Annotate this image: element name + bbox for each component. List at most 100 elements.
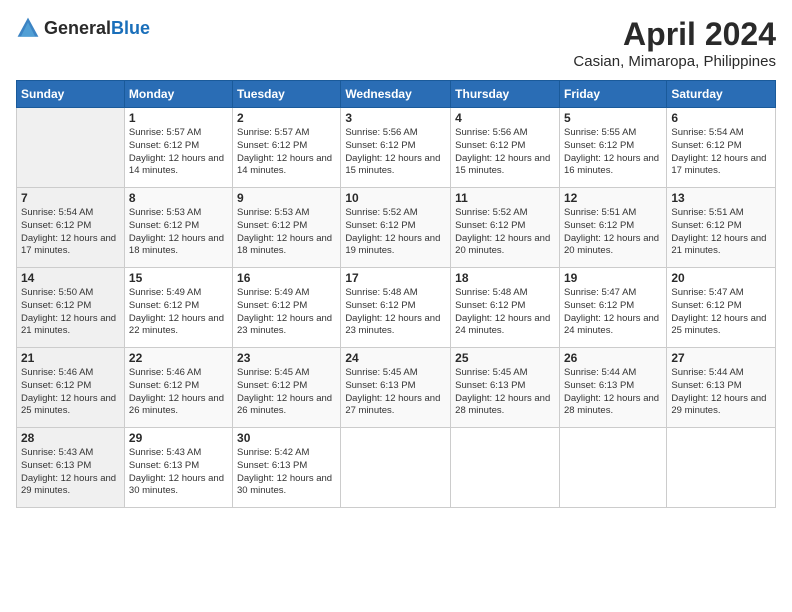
calendar-cell (667, 428, 776, 508)
day-info: Sunrise: 5:48 AMSunset: 6:12 PMDaylight:… (455, 287, 550, 336)
calendar-cell: 26 Sunrise: 5:44 AMSunset: 6:13 PMDayligh… (559, 348, 666, 428)
day-number: 19 (564, 271, 662, 285)
title-section: April 2024 Casian, Mimaropa, Philippines (573, 16, 776, 70)
day-number: 8 (129, 191, 228, 205)
day-number: 4 (455, 111, 555, 125)
day-number: 9 (237, 191, 336, 205)
day-info: Sunrise: 5:44 AMSunset: 6:13 PMDaylight:… (671, 367, 766, 416)
calendar-cell (17, 108, 125, 188)
day-number: 18 (455, 271, 555, 285)
day-number: 6 (671, 111, 771, 125)
calendar-cell (559, 428, 666, 508)
day-of-week-header: Saturday (667, 81, 776, 108)
calendar-cell: 3Sunrise: 5:56 AMSunset: 6:12 PMDaylight… (341, 108, 451, 188)
day-info: Sunrise: 5:44 AMSunset: 6:13 PMDaylight:… (564, 367, 659, 416)
day-info: Sunrise: 5:55 AMSunset: 6:12 PMDaylight:… (564, 127, 659, 176)
day-info: Sunrise: 5:53 AMSunset: 6:12 PMDaylight:… (129, 207, 224, 256)
calendar-cell: 27 Sunrise: 5:44 AMSunset: 6:13 PMDayligh… (667, 348, 776, 428)
calendar-week-row: 21 Sunrise: 5:46 AMSunset: 6:12 PMDayligh… (17, 348, 776, 428)
logo-icon (16, 16, 40, 40)
day-info: Sunrise: 5:52 AMSunset: 6:12 PMDaylight:… (345, 207, 440, 256)
day-info: Sunrise: 5:45 AMSunset: 6:12 PMDaylight:… (237, 367, 332, 416)
day-of-week-header: Sunday (17, 81, 125, 108)
day-info: Sunrise: 5:57 AMSunset: 6:12 PMDaylight:… (129, 127, 224, 176)
page: GeneralBlue April 2024 Casian, Mimaropa,… (0, 0, 792, 612)
calendar-header-row: SundayMondayTuesdayWednesdayThursdayFrid… (17, 81, 776, 108)
day-info: Sunrise: 5:46 AMSunset: 6:12 PMDaylight:… (21, 367, 116, 416)
calendar-cell: 7 Sunrise: 5:54 AMSunset: 6:12 PMDaylight… (17, 188, 125, 268)
day-info: Sunrise: 5:47 AMSunset: 6:12 PMDaylight:… (671, 287, 766, 336)
day-of-week-header: Wednesday (341, 81, 451, 108)
calendar-week-row: 7 Sunrise: 5:54 AMSunset: 6:12 PMDaylight… (17, 188, 776, 268)
day-info: Sunrise: 5:51 AMSunset: 6:12 PMDaylight:… (564, 207, 659, 256)
calendar-cell: 22Sunrise: 5:46 AMSunset: 6:12 PMDayligh… (124, 348, 232, 428)
logo-blue: Blue (111, 18, 150, 38)
day-info: Sunrise: 5:47 AMSunset: 6:12 PMDaylight:… (564, 287, 659, 336)
day-number: 2 (237, 111, 336, 125)
day-of-week-header: Thursday (451, 81, 560, 108)
day-info: Sunrise: 5:42 AMSunset: 6:13 PMDaylight:… (237, 447, 332, 496)
day-info: Sunrise: 5:49 AMSunset: 6:12 PMDaylight:… (237, 287, 332, 336)
calendar-cell: 4 Sunrise: 5:56 AMSunset: 6:12 PMDaylight… (451, 108, 560, 188)
calendar-table: SundayMondayTuesdayWednesdayThursdayFrid… (16, 80, 776, 508)
day-number: 17 (345, 271, 446, 285)
day-info: Sunrise: 5:56 AMSunset: 6:12 PMDaylight:… (455, 127, 550, 176)
day-info: Sunrise: 5:45 AMSunset: 6:13 PMDaylight:… (345, 367, 440, 416)
day-number: 12 (564, 191, 662, 205)
location-title: Casian, Mimaropa, Philippines (573, 53, 776, 70)
month-title: April 2024 (573, 16, 776, 53)
day-info: Sunrise: 5:53 AMSunset: 6:12 PMDaylight:… (237, 207, 332, 256)
day-number: 10 (345, 191, 446, 205)
calendar-cell: 1 Sunrise: 5:57 AMSunset: 6:12 PMDaylight… (124, 108, 232, 188)
calendar-cell: 13 Sunrise: 5:51 AMSunset: 6:12 PMDayligh… (667, 188, 776, 268)
day-number: 21 (21, 351, 120, 365)
day-of-week-header: Friday (559, 81, 666, 108)
calendar-cell: 30 Sunrise: 5:42 AMSunset: 6:13 PMDayligh… (233, 428, 341, 508)
calendar-cell: 28 Sunrise: 5:43 AMSunset: 6:13 PMDayligh… (17, 428, 125, 508)
day-number: 30 (237, 431, 336, 445)
logo-text: GeneralBlue (44, 18, 150, 39)
calendar-week-row: 14 Sunrise: 5:50 AMSunset: 6:12 PMDayligh… (17, 268, 776, 348)
calendar-cell: 8 Sunrise: 5:53 AMSunset: 6:12 PMDaylight… (124, 188, 232, 268)
day-number: 23 (237, 351, 336, 365)
calendar-cell: 15 Sunrise: 5:49 AMSunset: 6:12 PMDayligh… (124, 268, 232, 348)
calendar-cell: 10 Sunrise: 5:52 AMSunset: 6:12 PMDayligh… (341, 188, 451, 268)
day-number: 15 (129, 271, 228, 285)
calendar-cell: 18 Sunrise: 5:48 AMSunset: 6:12 PMDayligh… (451, 268, 560, 348)
day-number: 5 (564, 111, 662, 125)
logo-general: General (44, 18, 111, 38)
day-number: 13 (671, 191, 771, 205)
day-of-week-header: Monday (124, 81, 232, 108)
day-number: 7 (21, 191, 120, 205)
day-number: 1 (129, 111, 228, 125)
calendar-cell: 6 Sunrise: 5:54 AMSunset: 6:12 PMDaylight… (667, 108, 776, 188)
calendar-cell: 14 Sunrise: 5:50 AMSunset: 6:12 PMDayligh… (17, 268, 125, 348)
calendar-cell: 2 Sunrise: 5:57 AMSunset: 6:12 PMDaylight… (233, 108, 341, 188)
day-number: 22 (129, 351, 228, 365)
day-info: Sunrise: 5:54 AMSunset: 6:12 PMDaylight:… (671, 127, 766, 176)
calendar-cell: 29 Sunrise: 5:43 AMSunset: 6:13 PMDayligh… (124, 428, 232, 508)
calendar-cell: 23 Sunrise: 5:45 AMSunset: 6:12 PMDayligh… (233, 348, 341, 428)
day-info: Sunrise: 5:49 AMSunset: 6:12 PMDaylight:… (129, 287, 224, 336)
logo: GeneralBlue (16, 16, 150, 40)
day-number: 16 (237, 271, 336, 285)
calendar-cell: 19 Sunrise: 5:47 AMSunset: 6:12 PMDayligh… (559, 268, 666, 348)
day-info: Sunrise: 5:52 AMSunset: 6:12 PMDaylight:… (455, 207, 550, 256)
day-number: 11 (455, 191, 555, 205)
day-number: 25 (455, 351, 555, 365)
day-number: 28 (21, 431, 120, 445)
day-info: Sunrise: 5:57 AMSunset: 6:12 PMDaylight:… (237, 127, 332, 176)
day-info: Sunrise: 5:54 AMSunset: 6:12 PMDaylight:… (21, 207, 116, 256)
day-number: 26 (564, 351, 662, 365)
day-number: 24 (345, 351, 446, 365)
calendar-cell: 17 Sunrise: 5:48 AMSunset: 6:12 PMDayligh… (341, 268, 451, 348)
day-info: Sunrise: 5:51 AMSunset: 6:12 PMDaylight:… (671, 207, 766, 256)
day-number: 27 (671, 351, 771, 365)
header: GeneralBlue April 2024 Casian, Mimaropa,… (16, 16, 776, 70)
day-info: Sunrise: 5:43 AMSunset: 6:13 PMDaylight:… (129, 447, 224, 496)
day-number: 29 (129, 431, 228, 445)
day-info: Sunrise: 5:50 AMSunset: 6:12 PMDaylight:… (21, 287, 116, 336)
day-info: Sunrise: 5:48 AMSunset: 6:12 PMDaylight:… (345, 287, 440, 336)
day-info: Sunrise: 5:43 AMSunset: 6:13 PMDaylight:… (21, 447, 116, 496)
day-number: 14 (21, 271, 120, 285)
